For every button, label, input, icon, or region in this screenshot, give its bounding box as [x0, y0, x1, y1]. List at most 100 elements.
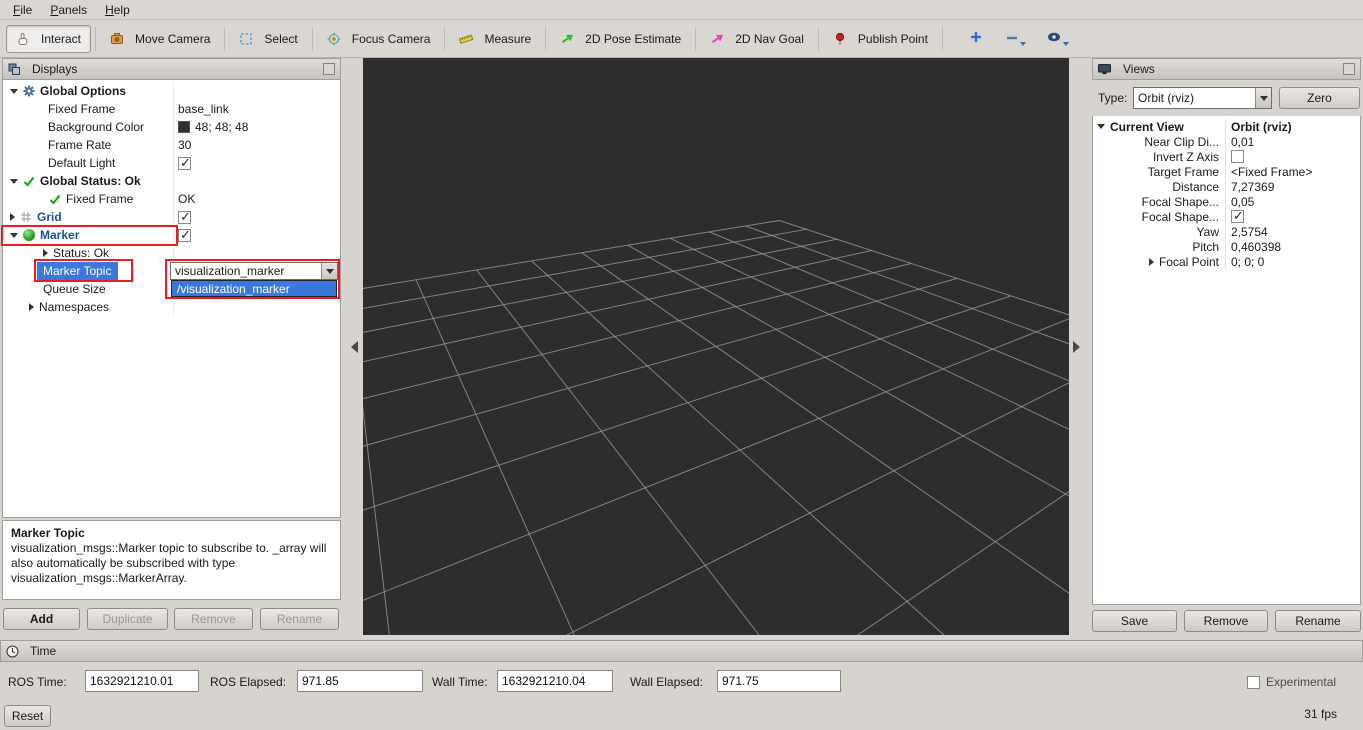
menu-help[interactable]: Help [96, 1, 139, 19]
row-global-options[interactable]: Global Options [3, 82, 340, 100]
select-tool-button[interactable]: Select [229, 25, 307, 53]
ros-elapsed-input[interactable] [297, 670, 423, 692]
menu-panels[interactable]: Panels [41, 1, 96, 19]
grid-icon [20, 211, 32, 223]
tool-properties-button[interactable] [1040, 28, 1075, 49]
toolbar: Interact Move Camera Select Focus Camera [0, 20, 1363, 58]
move-camera-tool-button[interactable]: Move Camera [100, 25, 220, 53]
marker-enabled-checkbox[interactable] [178, 229, 191, 242]
views-panel-titlebar[interactable]: Views [1092, 58, 1361, 80]
duplicate-display-button[interactable]: Duplicate [87, 608, 168, 630]
remove-tool-button[interactable] [999, 28, 1032, 49]
experimental-checkbox[interactable] [1247, 676, 1260, 689]
pose-estimate-label: 2D Pose Estimate [585, 32, 681, 46]
expander-down-icon[interactable] [10, 179, 18, 184]
remove-view-button[interactable]: Remove [1184, 610, 1268, 632]
add-tool-button[interactable] [963, 28, 989, 49]
view-type-label: Type: [1098, 91, 1127, 105]
rename-button-label: Rename [1295, 614, 1340, 628]
publish-point-tool-button[interactable]: Publish Point [823, 25, 938, 53]
combobox-dropdown-button[interactable] [321, 263, 337, 279]
view-type-combobox[interactable]: Orbit (rviz) [1133, 87, 1272, 109]
row-near-clip[interactable]: Near Clip Di... 0,01 [1093, 134, 1360, 149]
row-invert-z[interactable]: Invert Z Axis [1093, 149, 1360, 164]
map-pin-icon [833, 32, 847, 46]
invert-z-checkbox[interactable] [1231, 150, 1244, 163]
rename-view-button[interactable]: Rename [1275, 610, 1361, 632]
row-target-frame[interactable]: Target Frame <Fixed Frame> [1093, 164, 1360, 179]
expander-right-icon[interactable] [43, 249, 48, 257]
measure-tool-button[interactable]: Measure [449, 25, 541, 53]
row-frame-rate[interactable]: Frame Rate 30 [3, 136, 340, 154]
row-label: Fixed Frame [66, 192, 133, 206]
displays-panel-titlebar[interactable]: Displays [2, 58, 341, 80]
marker-topic-combobox[interactable]: visualization_marker [170, 262, 338, 280]
interact-tool-button[interactable]: Interact [6, 25, 91, 53]
publish-point-label: Publish Point [858, 32, 928, 46]
expander-down-icon[interactable] [10, 233, 18, 238]
row-value [173, 226, 340, 244]
wall-elapsed-input[interactable] [717, 670, 841, 692]
time-panel-titlebar[interactable]: Time [0, 640, 1363, 662]
focus-camera-tool-button[interactable]: Focus Camera [317, 25, 441, 53]
row-focal-shape-fixed[interactable]: Focal Shape... [1093, 209, 1360, 224]
default-light-checkbox[interactable] [178, 157, 191, 170]
row-background-color[interactable]: Background Color 48; 48; 48 [3, 118, 340, 136]
grid-enabled-checkbox[interactable] [178, 211, 191, 224]
row-current-view[interactable]: Current View Orbit (rviz) [1093, 119, 1360, 134]
focal-shape-checkbox[interactable] [1231, 210, 1244, 223]
rename-display-button[interactable]: Rename [260, 608, 339, 630]
focus-crosshair-icon [327, 32, 341, 46]
ruler-icon [459, 32, 473, 46]
row-focal-shape-size[interactable]: Focal Shape... 0,05 [1093, 194, 1360, 209]
marker-topic-dropdown-item[interactable]: /visualization_marker [171, 280, 337, 297]
row-fixed-frame[interactable]: Fixed Frame base_link [3, 100, 340, 118]
row-status-fixed-frame[interactable]: Fixed Frame OK [3, 190, 340, 208]
remove-display-button[interactable]: Remove [174, 608, 253, 630]
help-title: Marker Topic [11, 526, 332, 541]
row-value[interactable]: 30 [173, 136, 340, 154]
row-yaw[interactable]: Yaw 2,5754 [1093, 224, 1360, 239]
panel-float-button[interactable] [1343, 63, 1355, 75]
wall-time-input[interactable] [497, 670, 613, 692]
row-grid-display[interactable]: Grid [3, 208, 340, 226]
expander-right-icon[interactable] [1149, 258, 1154, 266]
fps-counter: 31 fps [1270, 707, 1337, 721]
row-value[interactable]: 48; 48; 48 [173, 118, 340, 136]
collapse-left-panel-handle[interactable] [351, 341, 358, 353]
row-label: Marker Topic [37, 262, 118, 280]
save-view-button[interactable]: Save [1092, 610, 1177, 632]
row-marker-display[interactable]: Marker [3, 226, 340, 244]
expander-down-icon[interactable] [10, 89, 18, 94]
row-namespaces[interactable]: Namespaces [3, 298, 340, 316]
nav-goal-tool-button[interactable]: 2D Nav Goal [700, 25, 814, 53]
row-value: 2,5754 [1231, 225, 1268, 239]
row-global-status[interactable]: Global Status: Ok [3, 172, 340, 190]
ros-time-input[interactable] [85, 670, 199, 692]
row-value[interactable]: base_link [173, 100, 340, 118]
row-value: 7,27369 [1231, 180, 1274, 194]
row-value [173, 208, 340, 226]
add-display-button[interactable]: Add [3, 608, 80, 630]
row-focal-point[interactable]: Focal Point 0; 0; 0 [1093, 254, 1360, 269]
chevron-down-icon [1063, 42, 1069, 46]
row-pitch[interactable]: Pitch 0,460398 [1093, 239, 1360, 254]
expander-down-icon[interactable] [1097, 124, 1105, 129]
row-distance[interactable]: Distance 7,27369 [1093, 179, 1360, 194]
reset-button[interactable]: Reset [4, 705, 51, 727]
combobox-dropdown-button[interactable] [1255, 88, 1271, 108]
select-label: Select [264, 32, 297, 46]
row-marker-status[interactable]: Status: Ok [3, 244, 340, 262]
expander-right-icon[interactable] [29, 303, 34, 311]
panel-float-button[interactable] [323, 63, 335, 75]
expander-right-icon[interactable] [10, 213, 15, 221]
row-value: Orbit (rviz) [1231, 120, 1292, 134]
help-body: visualization_msgs::Marker topic to subs… [11, 541, 332, 586]
zero-button[interactable]: Zero [1279, 87, 1360, 109]
pose-estimate-tool-button[interactable]: 2D Pose Estimate [550, 25, 691, 53]
menu-file[interactable]: File [4, 1, 41, 19]
row-default-light[interactable]: Default Light [3, 154, 340, 172]
render-viewport[interactable] [363, 58, 1069, 635]
collapse-right-panel-handle[interactable] [1073, 341, 1080, 353]
row-value [173, 244, 340, 262]
